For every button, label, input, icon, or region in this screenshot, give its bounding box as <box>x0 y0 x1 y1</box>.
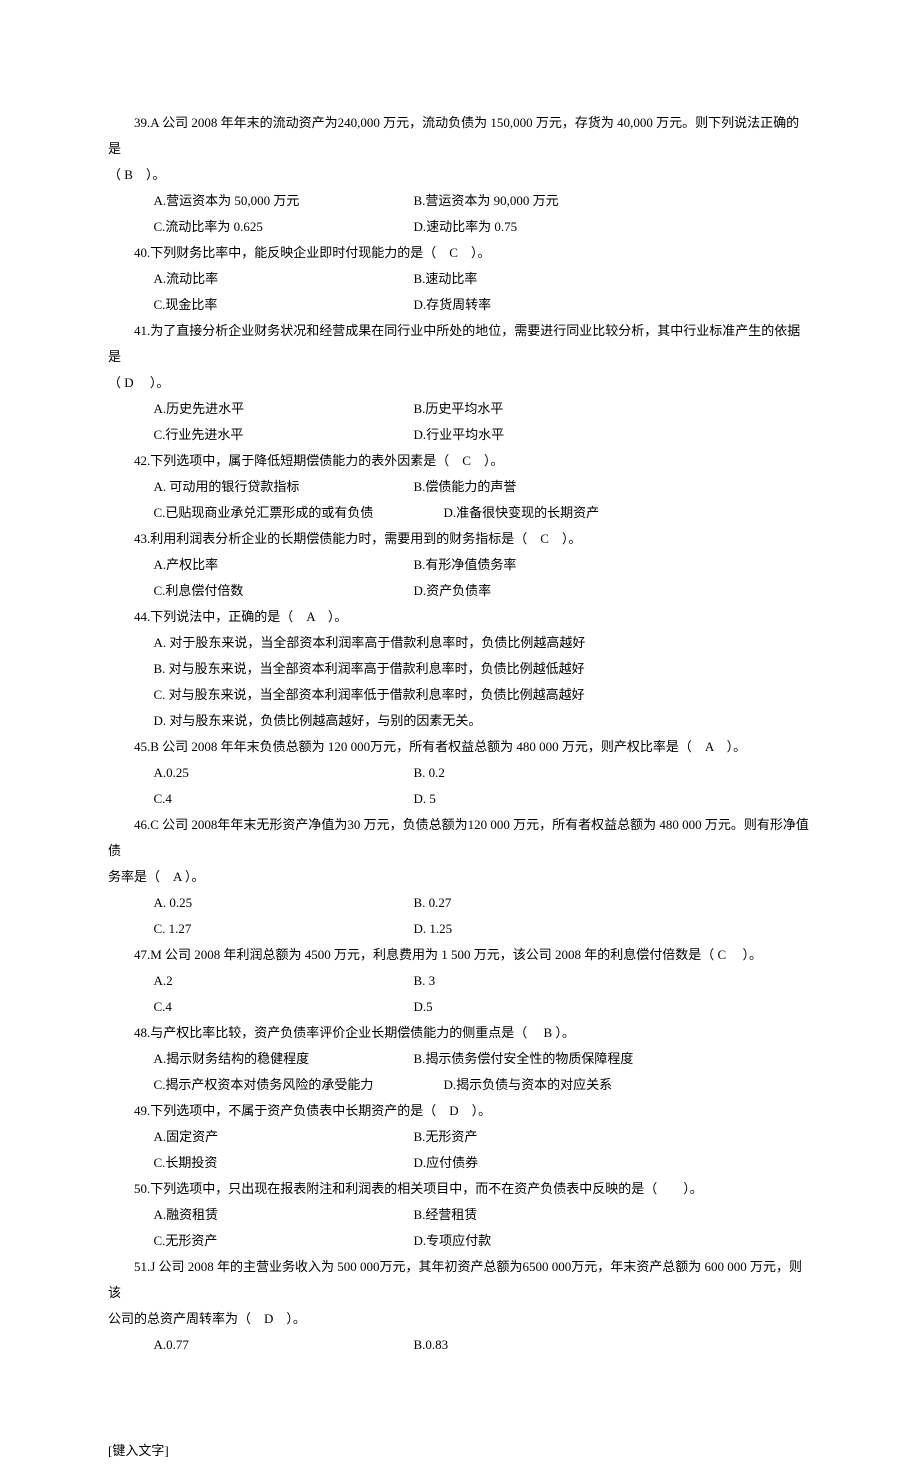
q42-opt-d: D.准备很快变现的长期资产 <box>444 500 704 526</box>
q51-opt-b: B.0.83 <box>414 1332 674 1358</box>
question-41-stem-1: 41.为了直接分析企业财务状况和经营成果在同行业中所处的地位，需要进行同业比较分… <box>108 318 812 370</box>
question-48-stem: 48.与产权比率比较，资产负债率评价企业长期偿债能力的侧重点是（ B ）。 <box>108 1020 812 1046</box>
q39-opt-a: A.营运资本为 50,000 万元 <box>154 188 414 214</box>
q41-opt-d: D.行业平均水平 <box>414 422 674 448</box>
q39-opt-b: B.营运资本为 90,000 万元 <box>414 188 674 214</box>
question-42-stem: 42.下列选项中，属于降低短期偿债能力的表外因素是（ C ）。 <box>108 448 812 474</box>
q41-opt-b: B.历史平均水平 <box>414 396 674 422</box>
footer-placeholder: [键入文字] <box>0 1418 920 1464</box>
question-41-stem-2: （ D ）。 <box>108 370 812 396</box>
q43-opt-a: A.产权比率 <box>154 552 414 578</box>
q42-opt-a: A. 可动用的银行贷款指标 <box>154 474 414 500</box>
q45-opt-a: A.0.25 <box>154 760 414 786</box>
q45-opt-d: D. 5 <box>414 786 674 812</box>
q46-opt-a: A. 0.25 <box>154 890 414 916</box>
q44-opt-a: A. 对于股东来说，当全部资本利润率高于借款利息率时，负债比例越高越好 <box>154 630 813 656</box>
question-40-stem: 40.下列财务比率中，能反映企业即时付现能力的是（ C ）。 <box>108 240 812 266</box>
q48-opt-d: D.揭示负债与资本的对应关系 <box>444 1072 704 1098</box>
q42-opt-b: B.偿债能力的声誉 <box>414 474 674 500</box>
q50-opt-b: B.经营租赁 <box>414 1202 674 1228</box>
q47-opt-d: D.5 <box>414 994 674 1020</box>
question-49-stem: 49.下列选项中，不属于资产负债表中长期资产的是（ D ）。 <box>108 1098 812 1124</box>
q48-opt-b: B.揭示债务偿付安全性的物质保障程度 <box>414 1046 674 1072</box>
question-39-stem-1: 39.A 公司 2008 年年末的流动资产为240,000 万元，流动负债为 1… <box>108 110 812 162</box>
q50-opt-c: C.无形资产 <box>154 1228 414 1254</box>
q46-opt-b: B. 0.27 <box>414 890 674 916</box>
q49-opt-d: D.应付债券 <box>414 1150 674 1176</box>
q41-opt-c: C.行业先进水平 <box>154 422 414 448</box>
q47-opt-a: A.2 <box>154 968 414 994</box>
question-46-stem-1: 46.C 公司 2008年年末无形资产净值为30 万元，负债总额为120 000… <box>108 812 812 864</box>
q45-opt-b: B. 0.2 <box>414 760 674 786</box>
q50-opt-a: A.融资租赁 <box>154 1202 414 1228</box>
q39-opt-d: D.速动比率为 0.75 <box>414 214 674 240</box>
q48-opt-a: A.揭示财务结构的稳健程度 <box>154 1046 414 1072</box>
q43-opt-b: B.有形净值债务率 <box>414 552 674 578</box>
question-51-stem-1: 51.J 公司 2008 年的主营业务收入为 500 000万元，其年初资产总额… <box>108 1254 812 1306</box>
question-45-stem: 45.B 公司 2008 年年末负债总额为 120 000万元，所有者权益总额为… <box>108 734 812 760</box>
q40-opt-d: D.存货周转率 <box>414 292 674 318</box>
question-50-stem: 50.下列选项中，只出现在报表附注和利润表的相关项目中，而不在资产负债表中反映的… <box>108 1176 812 1202</box>
q44-opt-c: C. 对与股东来说，当全部资本利润率低于借款利息率时，负债比例越高越好 <box>154 682 813 708</box>
q46-opt-c: C. 1.27 <box>154 916 414 942</box>
question-39-stem-2: （ B ）。 <box>108 162 812 188</box>
q49-opt-a: A.固定资产 <box>154 1124 414 1150</box>
question-51-stem-2: 公司的总资产周转率为（ D ）。 <box>108 1306 812 1332</box>
q43-opt-c: C.利息偿付倍数 <box>154 578 414 604</box>
q46-opt-d: D. 1.25 <box>414 916 674 942</box>
question-47-stem: 47.M 公司 2008 年利润总额为 4500 万元，利息费用为 1 500 … <box>108 942 812 968</box>
q40-opt-a: A.流动比率 <box>154 266 414 292</box>
q39-opt-c: C.流动比率为 0.625 <box>154 214 414 240</box>
q41-opt-a: A.历史先进水平 <box>154 396 414 422</box>
q44-opt-b: B. 对与股东来说，当全部资本利润率高于借款利息率时，负债比例越低越好 <box>154 656 813 682</box>
q50-opt-d: D.专项应付款 <box>414 1228 674 1254</box>
question-43-stem: 43.利用利润表分析企业的长期偿债能力时，需要用到的财务指标是（ C ）。 <box>108 526 812 552</box>
document-page: 39.A 公司 2008 年年末的流动资产为240,000 万元，流动负债为 1… <box>0 0 920 1418</box>
question-44-stem: 44.下列说法中，正确的是（ A ）。 <box>108 604 812 630</box>
q43-opt-d: D.资产负债率 <box>414 578 674 604</box>
q49-opt-b: B.无形资产 <box>414 1124 674 1150</box>
q51-opt-a: A.0.77 <box>154 1332 414 1358</box>
question-46-stem-2: 务率是（ A ）。 <box>108 864 812 890</box>
q45-opt-c: C.4 <box>154 786 414 812</box>
q48-opt-c: C.揭示产权资本对债务风险的承受能力 <box>154 1072 444 1098</box>
q40-opt-b: B.速动比率 <box>414 266 674 292</box>
q44-opt-d: D. 对与股东来说，负债比例越高越好，与别的因素无关。 <box>154 708 813 734</box>
q42-opt-c: C.已贴现商业承兑汇票形成的或有负债 <box>154 500 444 526</box>
q49-opt-c: C.长期投资 <box>154 1150 414 1176</box>
q47-opt-c: C.4 <box>154 994 414 1020</box>
q47-opt-b: B. 3 <box>414 968 674 994</box>
q40-opt-c: C.现金比率 <box>154 292 414 318</box>
